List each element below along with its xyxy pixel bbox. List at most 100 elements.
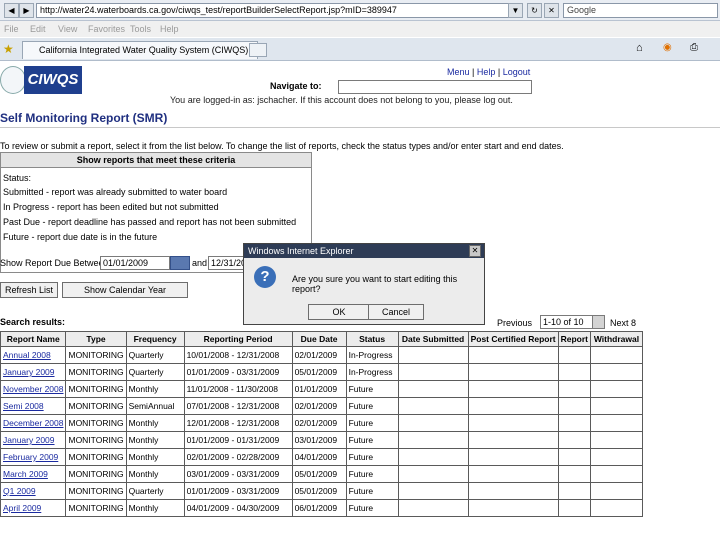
ciwqs-logo[interactable]: CIWQS <box>24 66 82 94</box>
stop-icon[interactable]: ✕ <box>544 3 559 18</box>
cell-type: MONITORING <box>65 431 127 449</box>
menu-file[interactable]: File <box>4 24 19 34</box>
col-due-date[interactable]: Due Date <box>291 331 347 347</box>
search-input[interactable]: Google <box>563 3 718 18</box>
cell-post-certified-report <box>467 363 559 381</box>
col-report[interactable]: Report <box>557 331 591 347</box>
cell-report <box>557 448 591 466</box>
cell-report-name[interactable]: November 2008 <box>0 380 67 398</box>
cell-report <box>557 431 591 449</box>
cell-report-name[interactable]: April 2009 <box>0 499 67 517</box>
cell-reporting-period: 07/01/2008 - 12/31/2008 <box>183 397 293 415</box>
cell-withdrawal <box>589 482 643 500</box>
navigate-select[interactable] <box>338 80 532 94</box>
home-icon[interactable]: ⌂ <box>636 42 643 54</box>
status-submitted-option[interactable]: Submitted - report was already submitted… <box>3 187 227 197</box>
col-status[interactable]: Status <box>345 331 399 347</box>
logout-link[interactable]: Logout <box>503 67 531 77</box>
cell-report-name[interactable]: Semi 2008 <box>0 397 67 415</box>
table-row: March 2009 MONITORING Monthly 03/01/2009 - … <box>0 465 643 483</box>
col-withdrawal[interactable]: Withdrawal <box>589 331 643 347</box>
cell-withdrawal <box>589 499 643 517</box>
browser-tab[interactable]: California Integrated Water Quality Syst… <box>22 41 258 59</box>
cell-reporting-period: 01/01/2009 - 03/31/2009 <box>183 482 293 500</box>
cell-withdrawal <box>589 431 643 449</box>
menu-edit[interactable]: Edit <box>30 24 46 34</box>
cell-withdrawal <box>589 363 643 381</box>
cell-frequency: Monthly <box>125 499 185 517</box>
col-frequency[interactable]: Frequency <box>125 331 185 347</box>
status-past-due-option[interactable]: Past Due - report deadline has passed an… <box>3 217 296 227</box>
cell-report <box>557 397 591 415</box>
url-dropdown-icon[interactable]: ▼ <box>508 3 523 18</box>
cell-reporting-period: 10/01/2008 - 12/31/2008 <box>183 346 293 364</box>
due-between-label: Show Report Due Between: <box>0 258 112 268</box>
menu-view[interactable]: View <box>58 24 77 34</box>
cell-frequency: Monthly <box>125 431 185 449</box>
forward-icon[interactable]: ▶ <box>19 3 34 18</box>
print-icon[interactable]: ⎙ <box>690 42 698 53</box>
cell-report-name[interactable]: February 2009 <box>0 448 67 466</box>
cell-date-submitted <box>397 448 469 466</box>
cell-report-name[interactable]: December 2008 <box>0 414 67 432</box>
cell-reporting-period: 04/01/2009 - 04/30/2009 <box>183 499 293 517</box>
refresh-list-button[interactable]: Refresh List <box>0 282 58 298</box>
cell-reporting-period: 01/01/2009 - 03/31/2009 <box>183 363 293 381</box>
show-calendar-year-button[interactable]: Show Calendar Year <box>62 282 188 298</box>
col-report-name[interactable]: Report Name <box>0 331 67 347</box>
cell-due-date: 05/01/2009 <box>291 482 347 500</box>
cell-report-name[interactable]: Annual 2008 <box>0 346 67 364</box>
cell-reporting-period: 01/01/2009 - 01/31/2009 <box>183 431 293 449</box>
menu-tools[interactable]: Tools <box>130 24 151 34</box>
cell-frequency: SemiAnnual <box>125 397 185 415</box>
cell-post-certified-report <box>467 499 559 517</box>
new-tab-button[interactable] <box>249 43 267 57</box>
date-from-input[interactable]: 01/01/2009 <box>100 256 170 270</box>
cell-report-name[interactable]: January 2009 <box>0 431 67 449</box>
cell-post-certified-report <box>467 465 559 483</box>
menu-link[interactable]: Menu <box>447 67 470 77</box>
col-type[interactable]: Type <box>65 331 127 347</box>
cell-report <box>557 499 591 517</box>
next-link[interactable]: Next 8 <box>610 318 636 328</box>
cell-date-submitted <box>397 499 469 517</box>
col-reporting-period[interactable]: Reporting Period <box>183 331 293 347</box>
close-icon[interactable]: ✕ <box>469 245 481 257</box>
table-row: April 2009 MONITORING Monthly 04/01/2009 - … <box>0 499 643 517</box>
cell-report-name[interactable]: Q1 2009 <box>0 482 67 500</box>
cell-withdrawal <box>589 380 643 398</box>
menu-favorites[interactable]: Favorites <box>88 24 125 34</box>
previous-link[interactable]: Previous <box>497 318 532 328</box>
back-icon[interactable]: ◀ <box>4 3 19 18</box>
question-icon: ? <box>254 266 276 288</box>
status-future-option[interactable]: Future - report due date is in the futur… <box>3 232 157 242</box>
cell-date-submitted <box>397 380 469 398</box>
favorites-star-icon[interactable]: ★ <box>3 42 14 56</box>
cancel-button[interactable]: Cancel <box>368 304 424 320</box>
refresh-icon[interactable]: ↻ <box>527 3 542 18</box>
calendar-icon[interactable] <box>170 256 190 270</box>
cell-report-name[interactable]: January 2009 <box>0 363 67 381</box>
table-row: Semi 2008 MONITORING SemiAnnual 07/01/2008 … <box>0 397 643 415</box>
cell-type: MONITORING <box>65 499 127 517</box>
help-link[interactable]: Help <box>477 67 496 77</box>
feeds-icon[interactable]: ◉ <box>663 42 672 53</box>
cell-reporting-period: 11/01/2008 - 11/30/2008 <box>183 380 293 398</box>
menu-help[interactable]: Help <box>160 24 179 34</box>
status-in-progress-option[interactable]: In Progress - report has been edited but… <box>3 202 219 212</box>
url-input[interactable]: http://water24.waterboards.ca.gov/ciwqs_… <box>36 3 521 18</box>
table-row: November 2008 MONITORING Monthly 11/01/2008… <box>0 380 643 398</box>
col-post-certified-report[interactable]: Post Certified Report <box>467 331 559 347</box>
page-range-dropdown-icon[interactable] <box>592 315 605 329</box>
cell-report <box>557 363 591 381</box>
results-header-row: Report Name Type Frequency Reporting Per… <box>0 331 643 347</box>
ok-button[interactable]: OK <box>308 304 370 320</box>
cell-reporting-period: 02/01/2009 - 02/28/2009 <box>183 448 293 466</box>
cell-post-certified-report <box>467 448 559 466</box>
table-row: January 2009 MONITORING Quarterly 01/01/200… <box>0 363 643 381</box>
page-range-select[interactable]: 1-10 of 10 <box>540 315 596 329</box>
col-date-submitted[interactable]: Date Submitted <box>397 331 469 347</box>
cell-report-name[interactable]: March 2009 <box>0 465 67 483</box>
cell-due-date: 05/01/2009 <box>291 465 347 483</box>
cell-frequency: Monthly <box>125 448 185 466</box>
